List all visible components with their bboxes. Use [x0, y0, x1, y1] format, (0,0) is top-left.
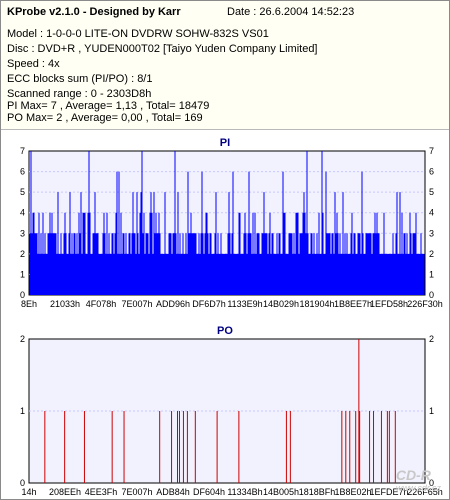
pi-chart: 0 01 12 23 34 45 56 67 78Eh 21033h 4F078h 7E007h ADD… [20, 146, 443, 309]
po-y-tick-left: 1 [20, 406, 25, 416]
pi-x-tick: 4F078h [86, 299, 117, 309]
pi-y-tick-left: 6 [20, 167, 25, 177]
pi-x-tick: 1133E9h [227, 299, 262, 309]
scan-date: Date : 26.6.2004 14:52:23 [227, 6, 355, 18]
po-x-tick: 11334Bh [227, 487, 262, 497]
po-y-tick-left: 2 [20, 334, 25, 344]
pi-x-tick: 181904h [299, 299, 334, 309]
po-x-tick: DF604h [193, 487, 225, 497]
pi-x-tick: DF6D7h [192, 299, 226, 309]
pi-y-tick-left: 1 [20, 269, 25, 279]
scanned-line: Scanned range : 0 - 2303D8h [7, 88, 152, 100]
po-y-tick-right: 2 [429, 334, 434, 344]
app-title: KProbe v2.1.0 - Designed by Karr [7, 6, 181, 18]
pi-y-tick-right: 2 [429, 249, 434, 259]
pi-x-tick: 226F30h [407, 299, 443, 309]
watermark-logo: CD-R www.cdr.cz [396, 467, 441, 493]
po-y-tick-right: 1 [429, 406, 434, 416]
watermark-main: CD-R [395, 467, 431, 483]
po-x-tick: ADB84h [156, 487, 190, 497]
info-panel: KProbe v2.1.0 - Designed by Karr Date : … [1, 1, 449, 130]
kprobe-window: KProbe v2.1.0 - Designed by Karr Date : … [0, 0, 450, 500]
pi-y-tick-right: 3 [429, 228, 434, 238]
pi-y-tick-left: 3 [20, 228, 25, 238]
po-x-tick: 208EEh [49, 487, 81, 497]
pi-y-tick-left: 4 [20, 208, 25, 218]
po-stats-line: PO Max= 2 , Average= 0,00 , Total= 169 [7, 112, 203, 124]
pi-y-tick-left: 2 [20, 249, 25, 259]
pi-x-tick: 21033h [50, 299, 80, 309]
pi-y-tick-right: 6 [429, 167, 434, 177]
pi-x-tick: 1EFD58h [370, 299, 408, 309]
po-x-tick: 14B005h [263, 487, 299, 497]
pi-stats-line: PI Max= 7 , Average= 1,13 , Total= 18479 [7, 100, 210, 112]
ecc-line: ECC blocks sum (PI/PO) : 8/1 [7, 73, 153, 85]
pi-x-tick: 8Eh [21, 299, 37, 309]
pi-x-tick: 14B029h [263, 299, 299, 309]
po-chart: 0 01 12 214h 208EEh 4EE3Fh 7E007h ADB84h DF604h 1… [20, 334, 443, 497]
pi-x-tick: 1B8EE7h [334, 299, 372, 309]
po-x-tick: 14h [21, 487, 36, 497]
pi-x-tick: 7E007h [121, 299, 152, 309]
pi-x-tick: ADD96h [156, 299, 190, 309]
pi-y-tick-right: 5 [429, 187, 434, 197]
pi-y-tick-right: 1 [429, 269, 434, 279]
pi-chart-panel: PI 0 0 1 1 2 2 3 3 4 4 5 5 6 6 7 7 8Eh 21033h 4F078h 7E007h… [1, 133, 449, 311]
watermark-sub: www.cdr.cz [395, 483, 441, 493]
model-line: Model : 1-0-0-0 LITE-ON DVDRW SOHW-832S … [7, 28, 269, 40]
speed-line: Speed : 4x [7, 58, 60, 70]
pi-y-tick-left: 7 [20, 146, 25, 156]
po-chart-panel: PO 0 0 1 1 2 2 14h 208EEh 4EE3Fh 7E007h ADB84h DF60… [1, 319, 449, 499]
po-x-tick: 1818BFh [299, 487, 336, 497]
pi-y-tick-right: 7 [429, 146, 434, 156]
po-x-tick: 7E007h [121, 487, 152, 497]
po-x-tick: 1B8E02h [334, 487, 371, 497]
po-x-tick: 4EE3Fh [85, 487, 118, 497]
pi-y-tick-right: 4 [429, 208, 434, 218]
disc-line: Disc : DVD+R , YUDEN000T02 [Taiyo Yuden … [7, 43, 318, 55]
pi-y-tick-left: 5 [20, 187, 25, 197]
